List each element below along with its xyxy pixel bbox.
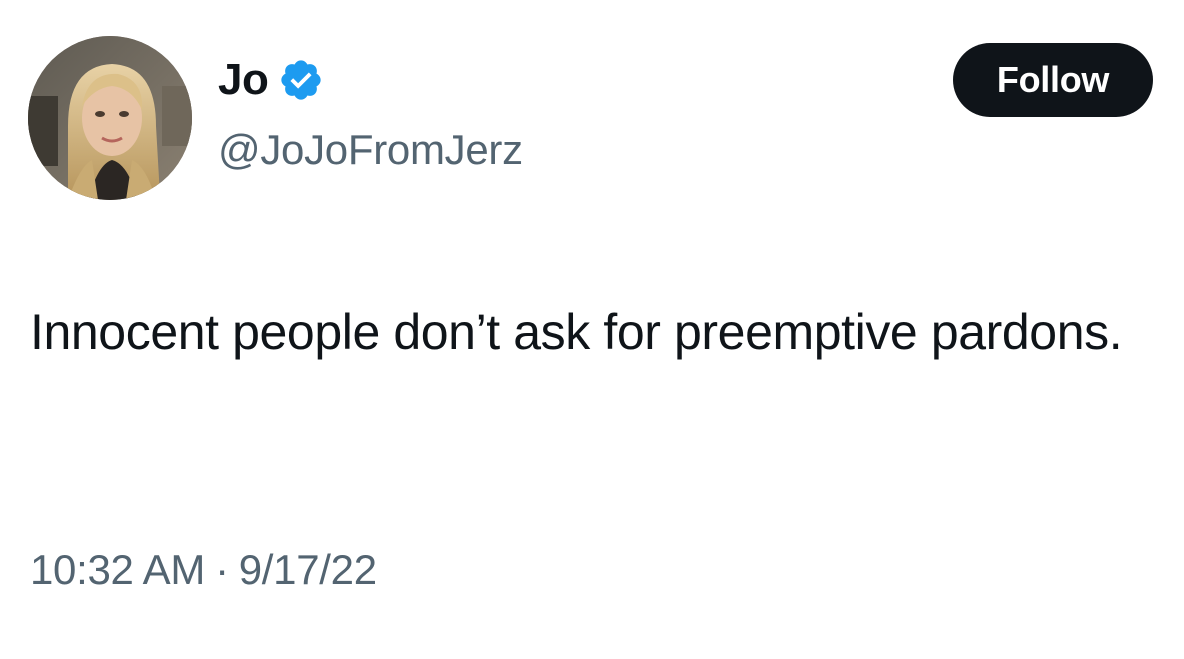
tweet-time[interactable]: 10:32 AM	[30, 546, 205, 593]
tweet-date[interactable]: 9/17/22	[239, 546, 377, 593]
meta-separator: ·	[215, 546, 229, 593]
tweet-text: Innocent people don’t ask for preemptive…	[30, 304, 1123, 360]
author-handle[interactable]: @JoJoFromJerz	[218, 122, 523, 178]
display-name[interactable]: Jo	[218, 52, 269, 108]
avatar[interactable]	[28, 36, 192, 200]
avatar-photo	[28, 36, 192, 200]
tweet-card: Jo @JoJoFromJerz Follow Innocent people …	[0, 0, 1184, 659]
author-name-row: Jo	[218, 52, 324, 108]
tweet-timestamp: 10:32 AM · 9/17/22	[30, 540, 377, 600]
verified-badge-icon[interactable]	[278, 57, 324, 103]
follow-button[interactable]: Follow	[953, 43, 1153, 117]
